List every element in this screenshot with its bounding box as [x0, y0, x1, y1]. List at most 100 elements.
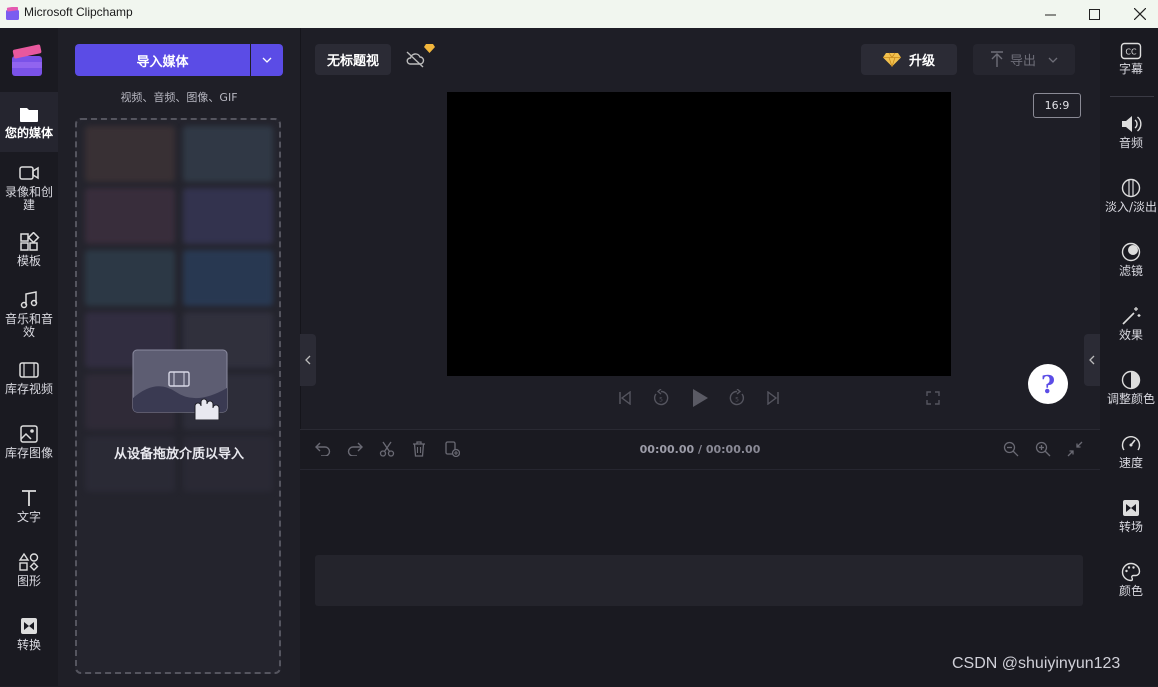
rail-item-label: 模板: [16, 254, 41, 268]
rail-item-label: 您的媒体: [4, 126, 53, 140]
contrast-icon: [1121, 370, 1141, 390]
rail-item-label: 音频: [1118, 136, 1143, 150]
duplicate-button[interactable]: [441, 439, 463, 459]
rail-item-transitions[interactable]: 转换: [0, 616, 58, 652]
rail-item-captions[interactable]: CC 字幕: [1100, 42, 1158, 76]
fast-forward-icon: 5: [729, 389, 745, 406]
rail-item-text[interactable]: 文字: [0, 488, 58, 524]
timeline-track[interactable]: [315, 555, 1083, 606]
image-icon: [20, 425, 38, 443]
rail-item-fade[interactable]: 淡入/淡出: [1100, 178, 1158, 214]
timecode-display: 00:00.00 / 00:00.00: [600, 443, 800, 456]
close-button[interactable]: [1117, 0, 1158, 28]
rail-item-filters[interactable]: 滤镜: [1100, 242, 1158, 278]
blurred-thumbnail: [85, 250, 175, 306]
cloud-sync-off-icon[interactable]: [405, 50, 425, 68]
redo-button[interactable]: [344, 439, 366, 459]
rail-item-label: 调整颜色: [1106, 392, 1155, 406]
skip-forward-icon: [767, 391, 779, 405]
trash-icon: [413, 441, 425, 457]
aspect-ratio-button[interactable]: 16:9: [1033, 93, 1081, 118]
rail-item-templates[interactable]: 模板: [0, 232, 58, 268]
play-button[interactable]: [688, 386, 712, 410]
speaker-icon: [1122, 116, 1142, 132]
collapse-arrows-icon: [1067, 441, 1083, 457]
rail-item-audio[interactable]: 音频: [1100, 114, 1158, 150]
watermark-text: CSDN @shuiyinyun123: [952, 655, 1121, 672]
skip-to-start-button[interactable]: [614, 388, 636, 408]
play-icon: [693, 389, 708, 407]
rail-item-your-media[interactable]: 您的媒体: [0, 92, 58, 152]
rail-item-speed[interactable]: 速度: [1100, 434, 1158, 470]
transition-icon: [1123, 500, 1139, 516]
fit-timeline-button[interactable]: [1064, 439, 1086, 459]
media-drop-zone[interactable]: [75, 118, 281, 674]
rail-item-effects[interactable]: 效果: [1100, 306, 1158, 342]
minimize-icon: [1044, 14, 1056, 15]
supported-formats-text: 视频、音频、图像、GIF: [120, 91, 238, 104]
rail-item-color[interactable]: 颜色: [1100, 562, 1158, 598]
undo-button[interactable]: [312, 439, 334, 459]
rail-item-shapes[interactable]: 图形: [0, 552, 58, 588]
split-button[interactable]: [376, 439, 398, 459]
rail-item-adjust-colors[interactable]: 调整颜色: [1100, 370, 1158, 406]
timeline-toolbar-divider: [300, 469, 1100, 470]
maximize-button[interactable]: [1071, 0, 1117, 28]
import-options-dropdown[interactable]: [251, 44, 283, 76]
fullscreen-button[interactable]: [922, 388, 944, 408]
svg-text:5: 5: [659, 397, 663, 404]
zoom-in-icon: [1035, 441, 1051, 457]
zoom-out-button[interactable]: [1000, 439, 1022, 459]
rail-item-stock-images[interactable]: 库存图像: [0, 424, 58, 460]
collapse-media-panel-button[interactable]: [300, 334, 316, 386]
rail-item-record-create[interactable]: 录像和创建: [0, 163, 58, 212]
duplicate-icon: [445, 441, 460, 457]
rail-item-label: 速度: [1118, 456, 1143, 470]
templates-icon: [20, 232, 40, 251]
rail-item-label: 转换: [16, 638, 41, 652]
magic-wand-icon: [1122, 307, 1141, 325]
rail-item-music-sfx[interactable]: 音乐和音效: [0, 290, 58, 339]
chevron-down-icon: [262, 57, 272, 63]
text-icon: [22, 490, 36, 506]
rail-item-transition[interactable]: 转场: [1100, 498, 1158, 534]
shapes-icon: [18, 552, 39, 571]
blurred-thumbnail: [183, 250, 273, 306]
scissors-icon: [379, 441, 395, 457]
delete-button[interactable]: [408, 439, 430, 459]
rail-item-label: 录像和创建: [4, 185, 53, 212]
upgrade-button[interactable]: 升级: [861, 44, 957, 75]
drag-drop-illustration-icon: [132, 349, 228, 420]
skip-back-icon: [619, 391, 631, 405]
import-media-label: 导入媒体: [136, 54, 189, 70]
window-title: Microsoft Clipchamp: [24, 5, 133, 19]
premium-diamond-icon: [424, 44, 435, 53]
skip-to-end-button[interactable]: [762, 388, 784, 408]
close-icon: [1134, 8, 1146, 20]
captions-icon: CC: [1120, 42, 1142, 60]
import-media-button[interactable]: 导入媒体: [75, 44, 250, 76]
forward-5s-button[interactable]: 5: [726, 387, 748, 409]
project-title-field[interactable]: 无标题视: [315, 44, 391, 75]
rail-item-stock-video[interactable]: 库存视频: [0, 360, 58, 396]
svg-text:5: 5: [735, 397, 739, 404]
drop-zone-message: 从设备拖放介质以导入: [113, 447, 244, 462]
transition-icon: [21, 618, 37, 634]
chevron-down-icon: [1048, 57, 1058, 63]
current-time: 00:00.00: [639, 443, 695, 456]
rewind-5s-button[interactable]: 5: [650, 387, 672, 409]
speedometer-icon: [1121, 435, 1141, 451]
rail-item-label: 字幕: [1118, 62, 1143, 76]
blurred-thumbnail: [183, 188, 273, 244]
undo-icon: [315, 442, 331, 456]
video-preview[interactable]: [447, 92, 951, 376]
rail-item-label: 效果: [1118, 328, 1143, 342]
export-button[interactable]: 导出: [973, 44, 1075, 75]
total-time: 00:00.00: [705, 443, 761, 456]
rail-item-label: 图形: [16, 574, 41, 588]
clipchamp-logo-icon: [6, 7, 19, 20]
zoom-in-button[interactable]: [1032, 439, 1054, 459]
minimize-button[interactable]: [1027, 0, 1073, 28]
help-button[interactable]: ?: [1028, 364, 1068, 404]
collapse-properties-panel-button[interactable]: [1084, 334, 1100, 386]
